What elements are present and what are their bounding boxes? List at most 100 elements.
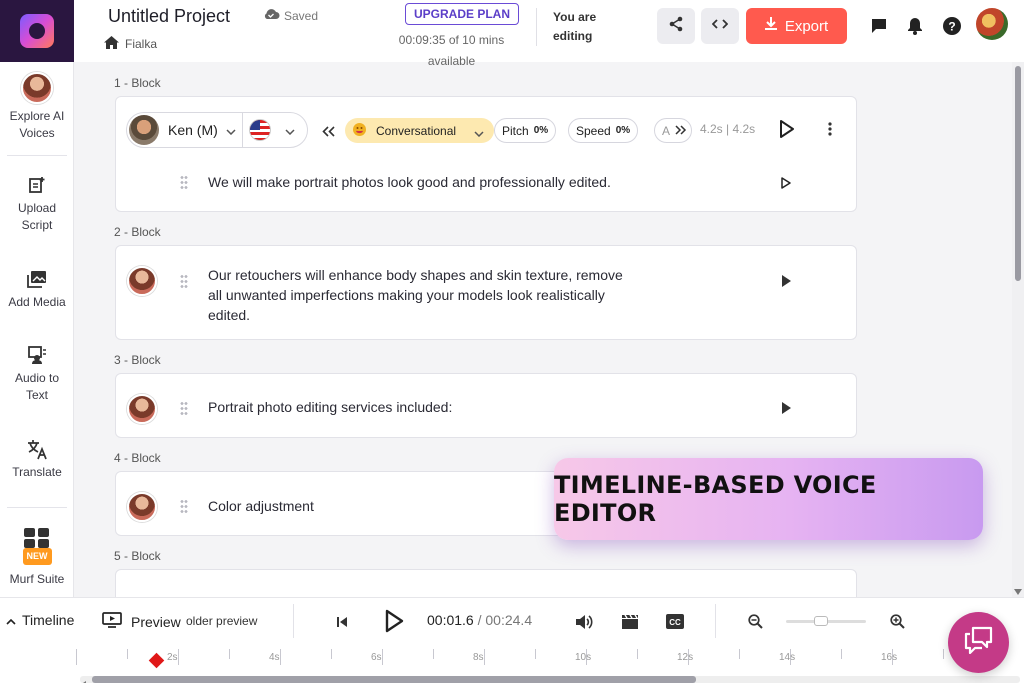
zoom-slider[interactable] [786,616,866,626]
block-card[interactable]: Our retouchers will enhance body shapes … [115,245,857,340]
code-icon [711,17,729,35]
zoom-slider-handle[interactable] [814,616,828,626]
ruler-tick [637,649,638,659]
pitch-control[interactable]: Pitch 0% [494,118,557,143]
ruler-tick-label: 2s [167,652,178,663]
timeline-toggle[interactable]: Timeline [6,612,74,628]
zoom-in-icon[interactable] [890,614,905,634]
comments-icon[interactable] [869,16,889,36]
volume-icon[interactable] [575,614,593,635]
block-text[interactable]: Color adjustment [208,496,314,516]
speed-value: 0% [615,125,631,136]
collapse-left-icon[interactable] [322,124,335,142]
voice-avatar[interactable] [127,394,157,424]
scrollbar-thumb[interactable] [92,676,696,683]
skip-back-icon[interactable] [336,615,348,633]
sidebar-item-label: Explore AI Voices [9,109,65,140]
total-time: 00:24.4 [485,612,533,628]
voice-style-selector[interactable]: Conversational [345,118,494,143]
embed-button[interactable] [701,8,739,44]
sidebar-item-explore-voices[interactable]: Explore AI Voices [0,72,74,142]
closed-captions-icon[interactable]: CC [666,614,684,634]
block-card[interactable]: Ken (M) Conversational Pitch 0% Speed 0%… [115,96,857,212]
scrollbar-thumb[interactable] [1015,66,1021,281]
zoom-out-icon[interactable] [748,614,763,634]
play-sentence-icon[interactable] [781,176,791,194]
export-button[interactable]: Export [746,8,847,44]
sidebar-item-add-media[interactable]: Add Media [0,268,74,311]
play-icon[interactable] [384,609,404,638]
play-block-icon[interactable] [779,119,795,144]
block-label: 5 - Block [114,549,161,563]
chat-support-button[interactable] [948,612,1009,673]
sidebar-item-audio-to-text[interactable]: Audio to Text [0,344,74,404]
home-icon [104,36,119,52]
media-icon [26,268,48,290]
drag-handle-icon[interactable] [180,274,188,288]
sidebar-item-label: Add Media [8,295,66,309]
export-label: Export [784,17,829,35]
preview-hint: older preview [186,614,258,628]
preview-button[interactable]: Preview [102,612,181,631]
chevron-down-icon [226,122,236,138]
share-icon [668,16,684,37]
block-label: 3 - Block [114,353,161,367]
ruler-tick [331,649,332,659]
ruler-tick [535,649,536,659]
sidebar-item-murf-suite[interactable]: NEW Murf Suite [0,526,74,588]
language-selector[interactable] [248,119,271,141]
help-icon[interactable]: ? [942,16,962,36]
divider [293,604,294,638]
voice-avatar[interactable] [127,266,157,296]
ruler-tick [280,649,281,665]
sidebar-item-upload-script[interactable]: Upload Script [0,174,74,234]
scroll-left-arrow-icon[interactable] [80,676,86,683]
expand-right-icon [675,124,687,138]
playback-time: 00:01.6 / 00:24.4 [427,612,532,628]
preview-screen-icon [102,612,122,631]
audio-to-text-icon [26,344,48,366]
play-icon[interactable] [782,402,791,414]
ruler-tick-label: 14s [779,652,796,663]
current-time: 00:01.6 [427,612,474,628]
ruler-tick [76,649,77,665]
share-button[interactable] [657,8,695,44]
voice-avatar[interactable] [127,492,157,522]
block-card[interactable]: Portrait photo editing services included… [115,373,857,438]
play-icon[interactable] [782,275,791,287]
more-settings-pill[interactable]: A [654,118,693,143]
sidebar-item-translate[interactable]: Translate [0,438,74,481]
divider [7,507,67,508]
logo-icon [20,14,54,48]
grid-apps-icon [23,526,51,550]
ruler-tick [382,649,383,665]
drag-handle-icon[interactable] [180,175,188,189]
voice-name: Ken (M) [168,122,218,138]
more-vertical-icon[interactable] [828,122,832,141]
block-card[interactable] [115,569,857,597]
block-text[interactable]: Our retouchers will enhance body shapes … [208,265,628,325]
upgrade-plan-button[interactable]: UPGRADE PLAN [405,3,520,25]
ruler-tick [178,649,179,665]
ruler-tick-label: 16s [881,652,898,663]
horizontal-scrollbar[interactable] [80,676,1020,683]
bell-icon[interactable] [905,16,925,36]
drag-handle-icon[interactable] [180,499,188,513]
chevron-up-icon [6,612,16,628]
block-text[interactable]: We will make portrait photos look good a… [208,172,611,192]
breadcrumb[interactable]: Fialka [104,36,157,52]
drag-handle-icon[interactable] [180,401,188,415]
timeline-ruler[interactable]: 2s 4s 6s 8s 10s 12s 14s 16s [0,645,1024,683]
block-text[interactable]: Portrait photo editing services included… [208,397,452,417]
sidebar-item-label: Murf Suite [9,572,65,586]
voice-selector[interactable]: Ken (M) [126,112,308,148]
ruler-tick [127,649,128,659]
speed-control[interactable]: Speed 0% [568,118,639,143]
user-avatar[interactable] [976,8,1008,40]
playhead[interactable] [148,652,165,669]
murf-logo[interactable] [0,0,74,62]
vertical-scrollbar[interactable] [1012,62,1024,597]
project-title[interactable]: Untitled Project [108,6,230,27]
playback-bar: Timeline Preview older preview 00:01.6 /… [0,597,1024,645]
clapperboard-icon[interactable] [621,614,639,634]
